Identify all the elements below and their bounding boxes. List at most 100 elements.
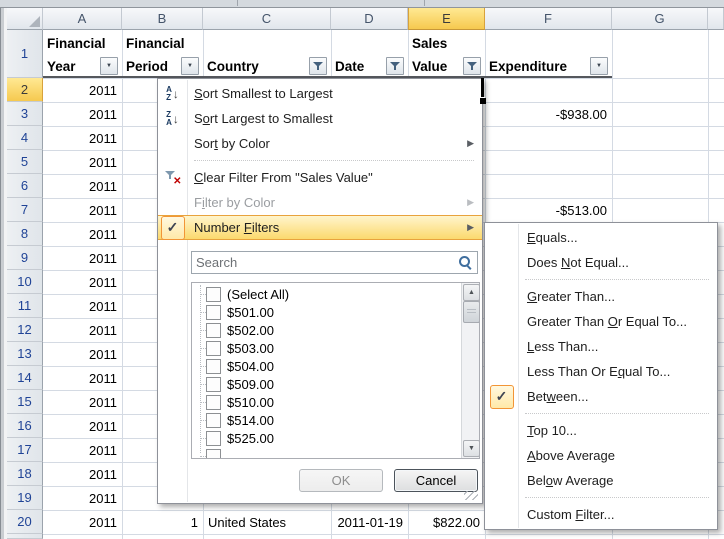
menu-item-custom-filter[interactable]: Custom Filter... — [485, 502, 717, 527]
cell-a15[interactable]: 2011 — [43, 390, 122, 414]
row-header-18[interactable]: 18 — [7, 462, 43, 486]
ok-button[interactable]: OK — [299, 469, 383, 492]
row-header-17[interactable]: 17 — [7, 438, 43, 462]
cell-a5[interactable]: 2011 — [43, 150, 122, 174]
column-header-f[interactable]: F — [485, 8, 612, 30]
col-f-dropdown-button[interactable]: ▼ — [590, 57, 608, 75]
menu-item-below-average[interactable]: Below Average — [485, 468, 717, 493]
row-header-partial[interactable] — [7, 534, 43, 539]
col-d-filter-button[interactable] — [386, 57, 404, 75]
menu-item-above-average[interactable]: Above Average — [485, 443, 717, 468]
menu-item-greater-than[interactable]: Greater Than... — [485, 284, 717, 309]
row-header-11[interactable]: 11 — [7, 294, 43, 318]
row-header-1[interactable]: 1 — [7, 30, 43, 78]
cell-a9[interactable]: 2011 — [43, 246, 122, 270]
cell-a12[interactable]: 2011 — [43, 318, 122, 342]
cell-a2[interactable]: 2011 — [43, 78, 122, 102]
checkbox-icon[interactable] — [206, 377, 221, 392]
col-b-dropdown-button[interactable]: ▼ — [181, 57, 199, 75]
checkbox-icon[interactable] — [206, 449, 221, 460]
cell-a17[interactable]: 2011 — [43, 438, 122, 462]
checkbox-icon[interactable] — [206, 341, 221, 356]
checkbox-icon[interactable] — [206, 359, 221, 374]
row-header-8[interactable]: 8 — [7, 222, 43, 246]
filter-value-501-00[interactable]: $501.00 — [192, 303, 461, 321]
menu-item-does-not-equal[interactable]: Does Not Equal... — [485, 250, 717, 275]
column-header-b[interactable]: B — [122, 8, 203, 30]
checkbox-icon[interactable] — [206, 287, 221, 302]
cell-a16[interactable]: 2011 — [43, 414, 122, 438]
menu-item-less-than-or-equal-to[interactable]: Less Than Or Equal To... — [485, 359, 717, 384]
filter-value-514-00[interactable]: $514.00 — [192, 411, 461, 429]
scrollbar[interactable]: ▲ ▼ — [461, 283, 479, 458]
scroll-up-icon[interactable]: ▲ — [463, 284, 480, 301]
cell-a8[interactable]: 2011 — [43, 222, 122, 246]
menu-item-sort-largest-to-smallest[interactable]: ZA↓Sort Largest to Smallest — [158, 106, 482, 131]
cell-a4[interactable]: 2011 — [43, 126, 122, 150]
column-header-c[interactable]: C — [203, 8, 331, 30]
filter-value-509-00[interactable]: $509.00 — [192, 375, 461, 393]
fill-handle[interactable] — [480, 98, 486, 104]
filter-value-525-00[interactable]: $525.00 — [192, 429, 461, 447]
scroll-down-icon[interactable]: ▼ — [463, 440, 480, 457]
cell-a18[interactable]: 2011 — [43, 462, 122, 486]
menu-item-equals[interactable]: Equals... — [485, 225, 717, 250]
checkbox-icon[interactable] — [206, 305, 221, 320]
row-header-7[interactable]: 7 — [7, 198, 43, 222]
row-header-5[interactable]: 5 — [7, 150, 43, 174]
cell-a7[interactable]: 2011 — [43, 198, 122, 222]
cell-b20[interactable]: 1 — [122, 510, 203, 534]
cell-a3[interactable]: 2011 — [43, 102, 122, 126]
col-a-dropdown-button[interactable]: ▼ — [100, 57, 118, 75]
filter-value-503-00[interactable]: $503.00 — [192, 339, 461, 357]
row-header-12[interactable]: 12 — [7, 318, 43, 342]
row-header-2[interactable]: 2 — [7, 78, 43, 102]
checkbox-icon[interactable] — [206, 413, 221, 428]
filter-value-504-00[interactable]: $504.00 — [192, 357, 461, 375]
cell-f7[interactable]: -$513.00 — [485, 198, 612, 222]
cell-a13[interactable]: 2011 — [43, 342, 122, 366]
row-header-19[interactable]: 19 — [7, 486, 43, 510]
search-input[interactable] — [191, 251, 478, 274]
checkbox-icon[interactable] — [206, 395, 221, 410]
menu-item-between[interactable]: ✓Between... — [485, 384, 717, 409]
menu-item-less-than[interactable]: Less Than... — [485, 334, 717, 359]
menu-item-sort-smallest-to-largest[interactable]: AZ↓Sort Smallest to Largest — [158, 81, 482, 106]
cell-a20[interactable]: 2011 — [43, 510, 122, 534]
cell-e20[interactable]: $822.00 — [408, 510, 485, 534]
row-header-4[interactable]: 4 — [7, 126, 43, 150]
filter-value-510-00[interactable]: $510.00 — [192, 393, 461, 411]
row-header-10[interactable]: 10 — [7, 270, 43, 294]
filter-value-partial[interactable] — [192, 447, 461, 459]
cell-f3[interactable]: -$938.00 — [485, 102, 612, 126]
checkbox-icon[interactable] — [206, 323, 221, 338]
cell-a14[interactable]: 2011 — [43, 366, 122, 390]
cell-a6[interactable]: 2011 — [43, 174, 122, 198]
column-header-partial[interactable] — [708, 8, 724, 30]
row-header-16[interactable]: 16 — [7, 414, 43, 438]
menu-item-filter-by-color[interactable]: Filter by Color▶ — [158, 190, 482, 215]
col-c-filter-button[interactable] — [309, 57, 327, 75]
menu-item-greater-than-or-equal-to[interactable]: Greater Than Or Equal To... — [485, 309, 717, 334]
row-header-6[interactable]: 6 — [7, 174, 43, 198]
menu-item-clear-filter-from-sales-value[interactable]: ✕Clear Filter From "Sales Value" — [158, 165, 482, 190]
filter-value-select-all[interactable]: (Select All) — [192, 285, 461, 303]
menu-item-sort-by-color[interactable]: Sort by Color▶ — [158, 131, 482, 156]
cell-a10[interactable]: 2011 — [43, 270, 122, 294]
cancel-button[interactable]: Cancel — [394, 469, 478, 492]
row-header-14[interactable]: 14 — [7, 366, 43, 390]
column-header-g[interactable]: G — [612, 8, 708, 30]
cell-c20[interactable]: United States — [203, 510, 331, 534]
row-header-3[interactable]: 3 — [7, 102, 43, 126]
row-header-20[interactable]: 20 — [7, 510, 43, 534]
select-all-corner[interactable] — [7, 8, 43, 30]
column-header-d[interactable]: D — [331, 8, 408, 30]
resize-grip[interactable] — [464, 491, 478, 500]
filter-value-502-00[interactable]: $502.00 — [192, 321, 461, 339]
menu-item-number-filters[interactable]: ✓Number Filters▶ — [158, 215, 482, 240]
row-header-15[interactable]: 15 — [7, 390, 43, 414]
cell-a11[interactable]: 2011 — [43, 294, 122, 318]
cell-d20[interactable]: 2011-01-19 — [331, 510, 408, 534]
row-header-13[interactable]: 13 — [7, 342, 43, 366]
scrollbar-thumb[interactable] — [463, 301, 480, 323]
